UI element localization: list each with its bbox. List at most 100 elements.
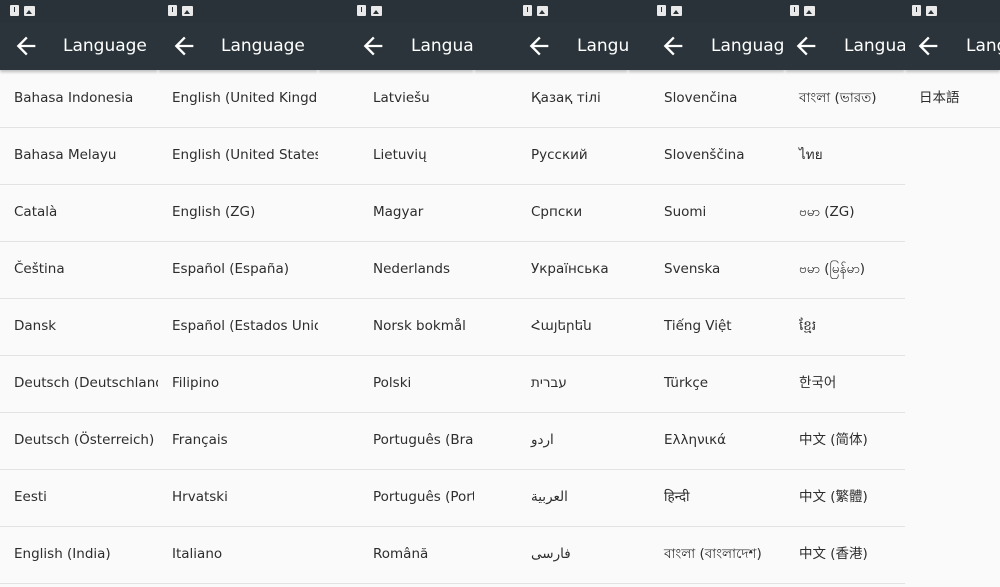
language-label: Svenska — [664, 261, 721, 277]
language-list-item[interactable]: Русский — [474, 127, 628, 185]
language-list-item[interactable]: ខ្មែរ — [785, 298, 905, 356]
page-title: Language — [577, 36, 628, 56]
language-list-item[interactable]: Español (Estados Unidos) — [158, 298, 318, 356]
language-list-item[interactable]: 한국어 — [785, 355, 905, 413]
language-list-item[interactable]: हिन्दी — [628, 469, 785, 527]
alert-notification-icon — [10, 5, 19, 16]
language-label: Հայերեն — [531, 318, 592, 334]
language-label: ខ្មែរ — [799, 318, 817, 334]
language-label: हिन्दी — [664, 489, 690, 505]
language-label: Eesti — [14, 489, 47, 505]
language-list-item[interactable]: Tiếng Việt — [628, 298, 785, 356]
language-list-item[interactable]: فارسی — [474, 526, 628, 584]
language-list-item[interactable]: Français — [158, 412, 318, 470]
language-list-item[interactable]: 中文 (香港) — [785, 526, 905, 584]
language-panel: Language Slovenčina Slovenščina Suomi Svensk… — [628, 0, 785, 587]
language-list-item[interactable]: Italiano — [158, 526, 318, 584]
language-list-item[interactable]: 日本語 — [905, 70, 1000, 128]
arrow-back-icon[interactable] — [170, 32, 198, 60]
arrow-back-icon[interactable] — [525, 32, 553, 60]
page-title: Language — [966, 36, 1000, 56]
language-label: ไทย — [799, 147, 823, 163]
app-toolbar: Language — [785, 22, 905, 70]
language-list-item[interactable]: Українська — [474, 241, 628, 299]
language-list-item[interactable]: Nederlands — [318, 241, 474, 299]
language-label: ဗမာ (မြန်မာ) — [799, 261, 866, 277]
language-list-item[interactable]: English (India) — [0, 526, 158, 584]
language-list-item[interactable]: Slovenščina — [628, 127, 785, 185]
language-panel: Language Bahasa Indonesia Bahasa Melayu Cat… — [0, 0, 158, 587]
language-list-item[interactable]: Norsk bokmål — [318, 298, 474, 356]
page-title: Language — [221, 36, 305, 56]
language-label: Latviešu — [373, 90, 430, 106]
language-label: Català — [14, 204, 58, 220]
language-label: Română — [373, 546, 429, 562]
arrow-back-icon[interactable] — [12, 32, 40, 60]
language-label: Lietuvių — [373, 147, 427, 163]
language-list-item[interactable]: اردو — [474, 412, 628, 470]
language-label: Türkçe — [664, 375, 709, 391]
arrow-back-icon[interactable] — [659, 32, 687, 60]
language-label: עברית — [531, 375, 567, 391]
language-list-item[interactable]: Dansk — [0, 298, 158, 356]
language-list-item[interactable]: Magyar — [318, 184, 474, 242]
language-list-item[interactable]: Polski — [318, 355, 474, 413]
language-list-item[interactable]: ไทย — [785, 127, 905, 185]
language-list-item[interactable]: Português (Portugal) — [318, 469, 474, 527]
language-list-item[interactable]: العربية — [474, 469, 628, 527]
language-label: Magyar — [373, 204, 424, 220]
image-notification-icon — [926, 6, 937, 16]
language-list-item[interactable]: Bahasa Melayu — [0, 127, 158, 185]
status-bar — [318, 0, 474, 22]
language-list-item[interactable]: বাংলা (বাংলাদেশ) — [628, 526, 785, 584]
language-list-item[interactable]: Հայերեն — [474, 298, 628, 356]
language-list-item[interactable]: Ελληνικά — [628, 412, 785, 470]
language-panel: Language Қазақ тілі Русский Српски Українськ… — [474, 0, 628, 587]
language-list-item[interactable]: Svenska — [628, 241, 785, 299]
language-list-item[interactable]: Türkçe — [628, 355, 785, 413]
language-list-item[interactable]: Eesti — [0, 469, 158, 527]
alert-notification-icon — [168, 5, 177, 16]
language-list-item[interactable]: Română — [318, 526, 474, 584]
language-list-item[interactable]: Português (Brasil) — [318, 412, 474, 470]
page-title: Language — [711, 36, 785, 56]
status-bar — [628, 0, 785, 22]
language-list-item[interactable]: Српски — [474, 184, 628, 242]
language-label: English (ZG) — [172, 204, 256, 220]
language-list-item[interactable]: English (United Kingdom) — [158, 70, 318, 128]
language-list-item[interactable]: 中文 (繁體) — [785, 469, 905, 527]
language-list-item[interactable]: עברית — [474, 355, 628, 413]
alert-notification-icon — [790, 5, 799, 16]
status-bar — [785, 0, 905, 22]
language-list-item[interactable]: English (United States) — [158, 127, 318, 185]
language-list-item[interactable]: Filipino — [158, 355, 318, 413]
image-notification-icon — [24, 6, 35, 16]
image-notification-icon — [537, 6, 548, 16]
app-toolbar: Language — [905, 22, 1000, 70]
language-list-item[interactable]: Bahasa Indonesia — [0, 70, 158, 128]
language-list-item[interactable]: Slovenčina — [628, 70, 785, 128]
language-list-item[interactable]: বাংলা (ভারত) — [785, 70, 905, 128]
language-label: ဗမာ (ZG) — [799, 204, 855, 220]
language-list-item[interactable]: Lietuvių — [318, 127, 474, 185]
language-list-item[interactable]: ဗမာ (ZG) — [785, 184, 905, 242]
language-list-item[interactable]: Català — [0, 184, 158, 242]
language-list-item[interactable]: Latviešu — [318, 70, 474, 128]
language-label: Tiếng Việt — [664, 318, 732, 334]
arrow-back-icon[interactable] — [914, 32, 942, 60]
language-list-item[interactable]: English (ZG) — [158, 184, 318, 242]
language-list-item[interactable]: Español (España) — [158, 241, 318, 299]
language-list-item[interactable]: Қазақ тілі — [474, 70, 628, 128]
language-list-item[interactable]: Deutsch (Österreich) — [0, 412, 158, 470]
language-list-item[interactable]: Hrvatski — [158, 469, 318, 527]
language-label: বাংলা (বাংলাদেশ) — [664, 546, 762, 562]
language-list-item[interactable]: 中文 (简体) — [785, 412, 905, 470]
language-list-item[interactable]: Deutsch (Deutschland) — [0, 355, 158, 413]
language-label: Português (Portugal) — [373, 489, 474, 505]
arrow-back-icon[interactable] — [359, 32, 387, 60]
language-list-item[interactable]: Suomi — [628, 184, 785, 242]
language-label: Deutsch (Deutschland) — [14, 375, 158, 391]
arrow-back-icon[interactable] — [792, 32, 820, 60]
language-list-item[interactable]: ဗမာ (မြန်မာ) — [785, 241, 905, 299]
language-list-item[interactable]: Čeština — [0, 241, 158, 299]
